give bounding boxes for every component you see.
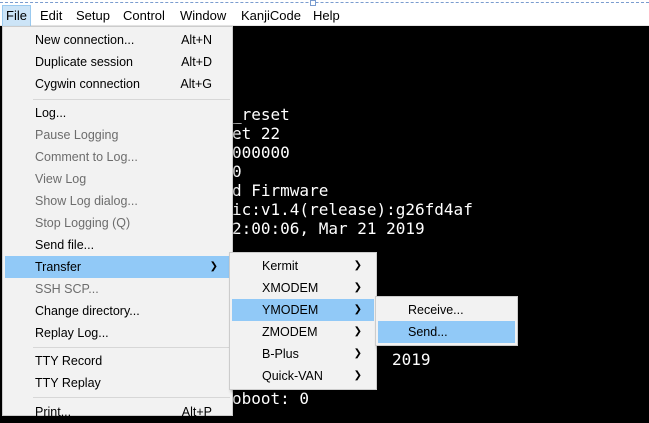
menu-item-duplicate-session[interactable]: Duplicate session Alt+D [5,51,230,73]
chevron-right-icon: ❯ [353,370,362,381]
terminal-line: 2019 [392,350,431,369]
menu-item-new-connection[interactable]: New connection... Alt+N [5,29,230,51]
menu-item-quick-van[interactable]: Quick-VAN ❯ [232,365,374,387]
menu-item-view-log[interactable]: View Log [5,168,230,190]
menu-item-replay-log[interactable]: Replay Log... [5,322,230,344]
menu-item-label: Comment to Log... [35,150,138,164]
menu-item-print[interactable]: Print... Alt+P [5,401,230,423]
terminal-line: 0 [232,162,242,181]
menu-item-label: B-Plus [262,347,299,361]
menu-file[interactable]: File [2,5,31,27]
terminal-line: 000000 [232,143,290,162]
menu-item-log[interactable]: Log... [5,102,230,124]
menu-item-shortcut: Alt+D [181,55,212,69]
menu-item-receive[interactable]: Receive... [378,299,515,321]
menu-item-label: Kermit [262,259,299,273]
menu-control[interactable]: Control [120,6,168,26]
menu-item-label: Transfer [35,260,82,274]
menu-item-label: TTY Replay [35,376,101,390]
menu-setup[interactable]: Setup [73,6,113,26]
menu-item-show-log-dialog[interactable]: Show Log dialog... [5,190,230,212]
menu-item-label: ZMODEM [262,325,318,339]
chevron-right-icon: ❯ [353,326,362,337]
chevron-right-icon: ❯ [353,348,362,359]
chevron-right-icon: ❯ [353,304,362,315]
menu-item-label: Send file... [35,238,95,252]
ymodem-submenu: Receive... Send... [375,296,518,346]
terminal-line: et 22 [232,124,281,143]
menu-separator [33,347,230,348]
transfer-submenu: Kermit ❯ XMODEM ❯ YMODEM ❯ ZMODEM ❯ B-Pl… [229,252,377,390]
menu-item-stop-logging[interactable]: Stop Logging (Q) [5,212,230,234]
menu-item-transfer[interactable]: Transfer ❯ [5,256,230,278]
menu-item-shortcut: Alt+N [181,33,212,47]
menu-separator [33,99,230,100]
terminal-line: 2:00:06, Mar 21 2019 [232,219,425,238]
terminal-line: _reset [232,105,290,124]
menu-separator [33,397,230,398]
title-bar-edge [0,2,649,3]
menu-item-label: New connection... [35,33,135,47]
menu-item-send-file[interactable]: Send file... [5,234,230,256]
menu-help[interactable]: Help [310,6,343,26]
menu-item-ssh-scp[interactable]: SSH SCP... [5,278,230,300]
menu-item-cygwin-connection[interactable]: Cygwin connection Alt+G [5,73,230,95]
menu-item-label: Cygwin connection [35,77,140,91]
menu-item-label: YMODEM [262,303,319,317]
menu-item-label: Stop Logging (Q) [35,216,131,230]
menu-item-shortcut: Alt+P [181,405,212,419]
menu-item-label: TTY Record [35,354,103,368]
menu-item-label: Duplicate session [35,55,133,69]
menu-bar: File Edit Setup Control Window KanjiCode… [0,0,649,27]
chevron-right-icon: ❯ [209,261,218,272]
menu-item-comment-to-log[interactable]: Comment to Log... [5,146,230,168]
menu-item-label: Show Log dialog... [35,194,138,208]
menu-item-shortcut: Alt+G [180,77,212,91]
menu-window[interactable]: Window [177,6,229,26]
menu-item-pause-logging[interactable]: Pause Logging [5,124,230,146]
menu-item-change-directory[interactable]: Change directory... [5,300,230,322]
menu-item-label: Pause Logging [35,128,119,142]
menu-item-label: Quick-VAN [262,369,323,383]
menu-item-kermit[interactable]: Kermit ❯ [232,255,374,277]
menu-item-label: Receive... [408,303,464,317]
menu-item-label: Change directory... [35,304,140,318]
chevron-right-icon: ❯ [353,260,362,271]
menu-item-b-plus[interactable]: B-Plus ❯ [232,343,374,365]
terminal-line: d Firmware [232,181,329,200]
menu-item-label: Send... [408,325,448,339]
menu-item-zmodem[interactable]: ZMODEM ❯ [232,321,374,343]
menu-item-ymodem[interactable]: YMODEM ❯ [232,299,374,321]
terminal-line: ic:v1.4(release):g26fd4af [232,200,473,219]
file-menu: New connection... Alt+N Duplicate sessio… [2,26,233,419]
menu-item-label: Replay Log... [35,326,109,340]
menu-item-tty-replay[interactable]: TTY Replay [5,372,230,394]
menu-kanjicode[interactable]: KanjiCode [238,6,304,26]
menu-item-label: Log... [35,106,67,120]
chevron-right-icon: ❯ [353,282,362,293]
menu-item-xmodem[interactable]: XMODEM ❯ [232,277,374,299]
menu-item-label: View Log [35,172,87,186]
terminal-line: oboot: 0 [232,389,310,408]
menu-item-label: SSH SCP... [35,282,99,296]
menu-edit[interactable]: Edit [37,6,65,26]
menu-item-send[interactable]: Send... [378,321,515,343]
menu-item-tty-record[interactable]: TTY Record [5,350,230,372]
menu-item-label: Print... [35,405,72,419]
menu-item-label: XMODEM [262,281,319,295]
